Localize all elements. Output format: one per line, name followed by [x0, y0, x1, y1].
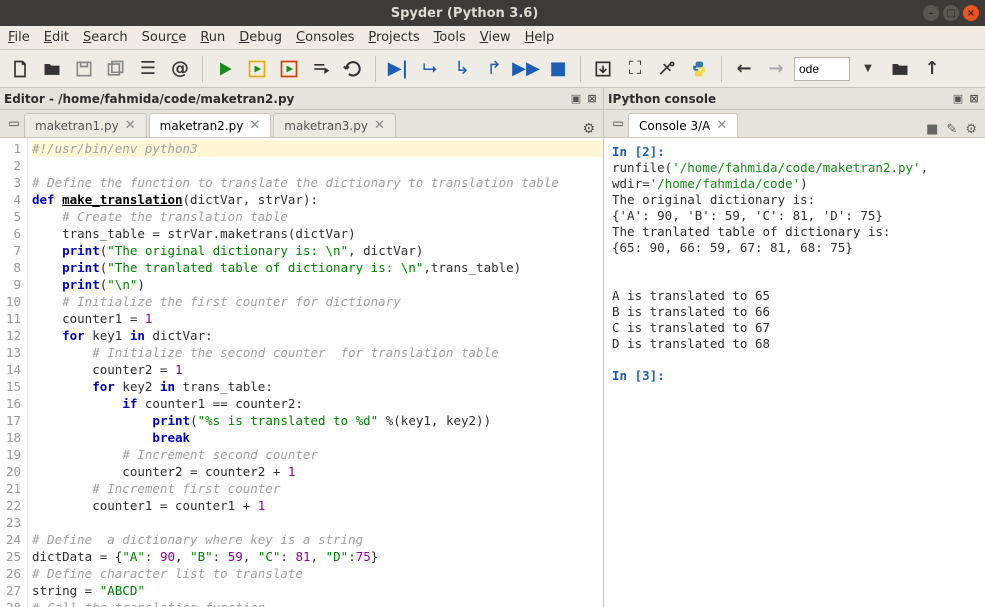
console-edit-icon[interactable]: ✎ [946, 122, 957, 137]
tab-maketran3[interactable]: maketran3.py ✕ [273, 113, 396, 137]
tab-maketran2[interactable]: maketran2.py ✕ [149, 113, 272, 137]
menubar: File Edit Search Source Run Debug Consol… [0, 26, 985, 50]
tab-list-icon[interactable]: ▭ [608, 109, 628, 137]
at-icon[interactable]: @ [166, 55, 194, 83]
toolbar-separator [375, 56, 376, 82]
menu-help[interactable]: Help [525, 30, 555, 45]
editor-pane: Editor - /home/fahmida/code/maketran2.py… [0, 88, 604, 607]
menu-tools[interactable]: Tools [434, 30, 466, 45]
toolbar-separator [580, 56, 581, 82]
toolbar-separator [721, 56, 722, 82]
continue-icon[interactable]: ▶▶ [512, 55, 540, 83]
menu-projects[interactable]: Projects [368, 30, 419, 45]
console-output[interactable]: In [2]: runfile('/home/fahmida/code/make… [604, 138, 985, 607]
tab-close-icon[interactable]: ✕ [249, 118, 260, 133]
run-cell-advance-icon[interactable] [275, 55, 303, 83]
prompt-in: In [ [612, 368, 642, 383]
tab-close-icon[interactable]: ✕ [125, 118, 136, 133]
ipython-title: IPython console [608, 92, 716, 106]
console-line: The tranlated table of dictionary is: [612, 224, 977, 240]
step-into-icon[interactable]: ↳ [448, 55, 476, 83]
import-icon[interactable] [589, 55, 617, 83]
ipython-header: IPython console ▣ ⊠ [604, 88, 985, 110]
console-line: {'A': 90, 'B': 59, 'C': 81, 'D': 75} [612, 208, 977, 224]
step-icon[interactable]: ⮡ [416, 55, 444, 83]
console-options-icon[interactable]: ⚙ [965, 122, 977, 137]
run-cell-icon[interactable] [243, 55, 271, 83]
new-file-icon[interactable] [6, 55, 34, 83]
stop-debug-icon[interactable]: ■ [544, 55, 572, 83]
nav-forward-icon[interactable]: → [762, 55, 790, 83]
workarea: Editor - /home/fahmida/code/maketran2.py… [0, 88, 985, 607]
window-buttons: – □ × [923, 5, 979, 21]
search-symbol-input[interactable] [794, 57, 850, 81]
tab-label: Console 3/A [639, 119, 710, 133]
list-icon[interactable]: ☰ [134, 55, 162, 83]
editor-tabs: ▭ maketran1.py ✕ maketran2.py ✕ maketran… [0, 110, 603, 138]
save-icon[interactable] [70, 55, 98, 83]
close-button[interactable]: × [963, 5, 979, 21]
editor-header: Editor - /home/fahmida/code/maketran2.py… [0, 88, 603, 110]
tab-close-icon[interactable]: ✕ [374, 118, 385, 133]
console-stop-icon[interactable]: ■ [926, 122, 938, 137]
code-area[interactable]: #!/usr/bin/env python3 # Define the func… [28, 138, 603, 607]
main-toolbar: ☰ @ ▶| ⮡ ↳ ↱ ▶▶ ■ ⛶ ← → ▼ ↑ [0, 50, 985, 88]
console-line: A is translated to 65 [612, 288, 977, 304]
rerun-icon[interactable] [339, 55, 367, 83]
console-line: The original dictionary is: [612, 192, 977, 208]
console-line: C is translated to 67 [612, 320, 977, 336]
maximize-pane-icon[interactable]: ⛶ [621, 55, 649, 83]
python-path-icon[interactable] [685, 55, 713, 83]
preferences-icon[interactable] [653, 55, 681, 83]
menu-file[interactable]: File [8, 30, 30, 45]
tab-maketran1[interactable]: maketran1.py ✕ [24, 113, 147, 137]
nav-back-icon[interactable]: ← [730, 55, 758, 83]
menu-consoles[interactable]: Consoles [296, 30, 354, 45]
console-line: B is translated to 66 [612, 304, 977, 320]
menu-search[interactable]: Search [83, 30, 128, 45]
tab-label: maketran1.py [35, 119, 119, 133]
window-title: Spyder (Python 3.6) [6, 6, 923, 21]
editor-options-icon[interactable]: ⚙ [582, 121, 595, 137]
step-out-icon[interactable]: ↱ [480, 55, 508, 83]
titlebar: Spyder (Python 3.6) – □ × [0, 0, 985, 26]
debug-icon[interactable]: ▶| [384, 55, 412, 83]
open-file-icon[interactable] [38, 55, 66, 83]
pane-options-icon[interactable]: ▣ [569, 92, 583, 106]
menu-source[interactable]: Source [142, 30, 187, 45]
menu-edit[interactable]: Edit [44, 30, 69, 45]
tab-console-3a[interactable]: Console 3/A ✕ [628, 113, 738, 137]
tab-label: maketran2.py [160, 119, 244, 133]
console-line: D is translated to 68 [612, 336, 977, 352]
editor-title: Editor - /home/fahmida/code/maketran2.py [4, 92, 294, 106]
prompt-in: In [ [612, 144, 642, 159]
pane-close-icon[interactable]: ⊠ [585, 92, 599, 106]
run-selection-icon[interactable] [307, 55, 335, 83]
tab-list-icon[interactable]: ▭ [4, 109, 24, 137]
menu-run[interactable]: Run [200, 30, 225, 45]
tab-close-icon[interactable]: ✕ [716, 118, 727, 133]
parent-dir-icon[interactable]: ↑ [918, 55, 946, 83]
ipython-pane: IPython console ▣ ⊠ ▭ Console 3/A ✕ ■ ✎ … [604, 88, 985, 607]
pane-close-icon[interactable]: ⊠ [967, 92, 981, 106]
working-dir-icon[interactable] [886, 55, 914, 83]
maximize-button[interactable]: □ [943, 5, 959, 21]
tab-label: maketran3.py [284, 119, 368, 133]
code-editor[interactable]: 1234567891011121314151617181920212223242… [0, 138, 603, 607]
search-dropdown-icon[interactable]: ▼ [854, 55, 882, 83]
minimize-button[interactable]: – [923, 5, 939, 21]
menu-view[interactable]: View [480, 30, 511, 45]
save-all-icon[interactable] [102, 55, 130, 83]
console-tabs: ▭ Console 3/A ✕ ■ ✎ ⚙ [604, 110, 985, 138]
pane-options-icon[interactable]: ▣ [951, 92, 965, 106]
menu-debug[interactable]: Debug [239, 30, 282, 45]
line-gutter: 1234567891011121314151617181920212223242… [0, 138, 28, 607]
run-icon[interactable] [211, 55, 239, 83]
toolbar-separator [202, 56, 203, 82]
console-line: {65: 90, 66: 59, 67: 81, 68: 75} [612, 240, 977, 256]
